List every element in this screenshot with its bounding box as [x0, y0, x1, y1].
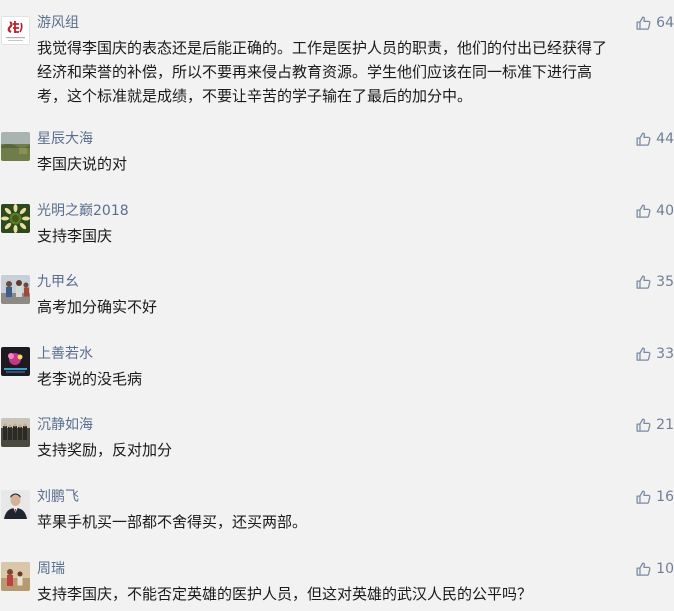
avatar-people-image	[1, 275, 30, 304]
like-count: 40	[656, 203, 674, 219]
like-count: 10	[656, 561, 674, 577]
comment-author[interactable]: 游风组	[37, 14, 79, 32]
comment-text: 苹果手机买一部都不舍得买，还买两部。	[37, 510, 669, 534]
comment-text-line: 支持李国庆	[37, 227, 113, 245]
avatar[interactable]	[1, 16, 30, 45]
like-button[interactable]: 35	[635, 273, 674, 291]
avatar-sunflower-image	[1, 204, 30, 233]
comment-item: 周瑞 支持李国庆，不能否定英雄的医护人员，但这对英雄的武汉人民的公平吗？ 10	[0, 560, 674, 608]
avatar[interactable]	[1, 562, 30, 591]
avatar-family-photo-image	[1, 562, 30, 591]
comment-author[interactable]: 沉静如海	[37, 416, 93, 434]
like-button[interactable]: 21	[635, 416, 674, 434]
comment-item: 游风组 我觉得李国庆的表态还是后能正确的。工作是医护人员的职责，他们的付出已经获…	[0, 14, 674, 110]
comment-author[interactable]: 星辰大海	[37, 130, 93, 148]
like-count: 64	[656, 15, 674, 31]
comment-text-line: 支持奖励，反对加分	[37, 441, 173, 459]
comment-text-line: 李国庆说的对	[37, 155, 128, 173]
avatar-group-photo-image	[1, 418, 30, 447]
comment-list: 游风组 我觉得李国庆的表态还是后能正确的。工作是医护人员的职责，他们的付出已经获…	[0, 0, 674, 611]
comment-author[interactable]: 周瑞	[37, 560, 65, 578]
comment-item: 刘鹏飞 苹果手机买一部都不舍得买，还买两部。 16	[0, 488, 674, 536]
comment-text-line: 高考加分确实不好	[37, 298, 158, 316]
comment-item: 光明之巅2018 支持李国庆 40	[0, 202, 674, 250]
thumbs-up-icon	[636, 274, 651, 289]
comment-author[interactable]: 上善若水	[37, 345, 93, 363]
avatar[interactable]	[1, 347, 30, 376]
thumbs-up-icon	[636, 561, 651, 576]
like-button[interactable]: 40	[635, 202, 674, 220]
like-count: 33	[656, 346, 674, 362]
thumbs-up-icon	[636, 203, 651, 218]
comment-text: 支持奖励，反对加分	[37, 438, 669, 462]
like-count: 21	[656, 417, 674, 433]
comment-author[interactable]: 光明之巅2018	[37, 202, 129, 220]
like-count: 44	[656, 131, 674, 147]
avatar[interactable]	[1, 132, 30, 161]
comment-text: 支持李国庆	[37, 224, 669, 248]
avatar-portrait-image	[1, 490, 30, 519]
like-button[interactable]: 10	[635, 560, 674, 578]
comment-text: 老李说的没毛病	[37, 367, 669, 391]
like-button[interactable]: 33	[635, 345, 674, 363]
comment-text-line: 考，这个标准就是成绩，不要让辛苦的学子输在了最后的加分中。	[37, 87, 473, 105]
comment-text: 我觉得李国庆的表态还是后能正确的。工作是医护人员的职责，他们的付出已经获得了 经…	[37, 36, 669, 108]
avatar[interactable]	[1, 204, 30, 233]
comment-text-line: 经济和荣誉的补偿，所以不要再来侵占教育资源。学生他们应该在同一标准下进行高	[37, 63, 593, 81]
thumbs-up-icon	[636, 346, 651, 361]
comment-text: 李国庆说的对	[37, 152, 669, 176]
avatar[interactable]	[1, 418, 30, 447]
thumbs-up-icon	[636, 131, 651, 146]
comment-text-line: 支持李国庆，不能否定英雄的医护人员，但这对英雄的武汉人民的公平吗？	[37, 585, 533, 603]
comment-item: 沉静如海 支持奖励，反对加分 21	[0, 416, 674, 464]
avatar-logo-image	[1, 16, 30, 45]
avatar[interactable]	[1, 490, 30, 519]
comment-text-line: 苹果手机买一部都不舍得买，还买两部。	[37, 513, 308, 531]
comment-text: 支持李国庆，不能否定英雄的医护人员，但这对英雄的武汉人民的公平吗？	[37, 582, 669, 606]
comment-text: 高考加分确实不好	[37, 295, 669, 319]
thumbs-up-icon	[636, 489, 651, 504]
comment-item: 星辰大海 李国庆说的对 44	[0, 130, 674, 178]
comment-author[interactable]: 九甲幺	[37, 273, 79, 291]
like-button[interactable]: 64	[635, 14, 674, 32]
avatar-night-lights-image	[1, 347, 30, 376]
like-button[interactable]: 16	[635, 488, 674, 506]
like-count: 35	[656, 274, 674, 290]
thumbs-up-icon	[636, 417, 651, 432]
comment-text-line: 我觉得李国庆的表态还是后能正确的。工作是医护人员的职责，他们的付出已经获得了	[37, 39, 608, 57]
thumbs-up-icon	[636, 15, 651, 30]
avatar-landscape-image	[1, 132, 30, 161]
like-button[interactable]: 44	[635, 130, 674, 148]
comment-author[interactable]: 刘鹏飞	[37, 488, 79, 506]
avatar[interactable]	[1, 275, 30, 304]
comment-item: 上善若水 老李说的没毛病 33	[0, 345, 674, 393]
comment-text-line: 老李说的没毛病	[37, 370, 143, 388]
comment-item: 九甲幺 高考加分确实不好 35	[0, 273, 674, 321]
like-count: 16	[656, 489, 674, 505]
